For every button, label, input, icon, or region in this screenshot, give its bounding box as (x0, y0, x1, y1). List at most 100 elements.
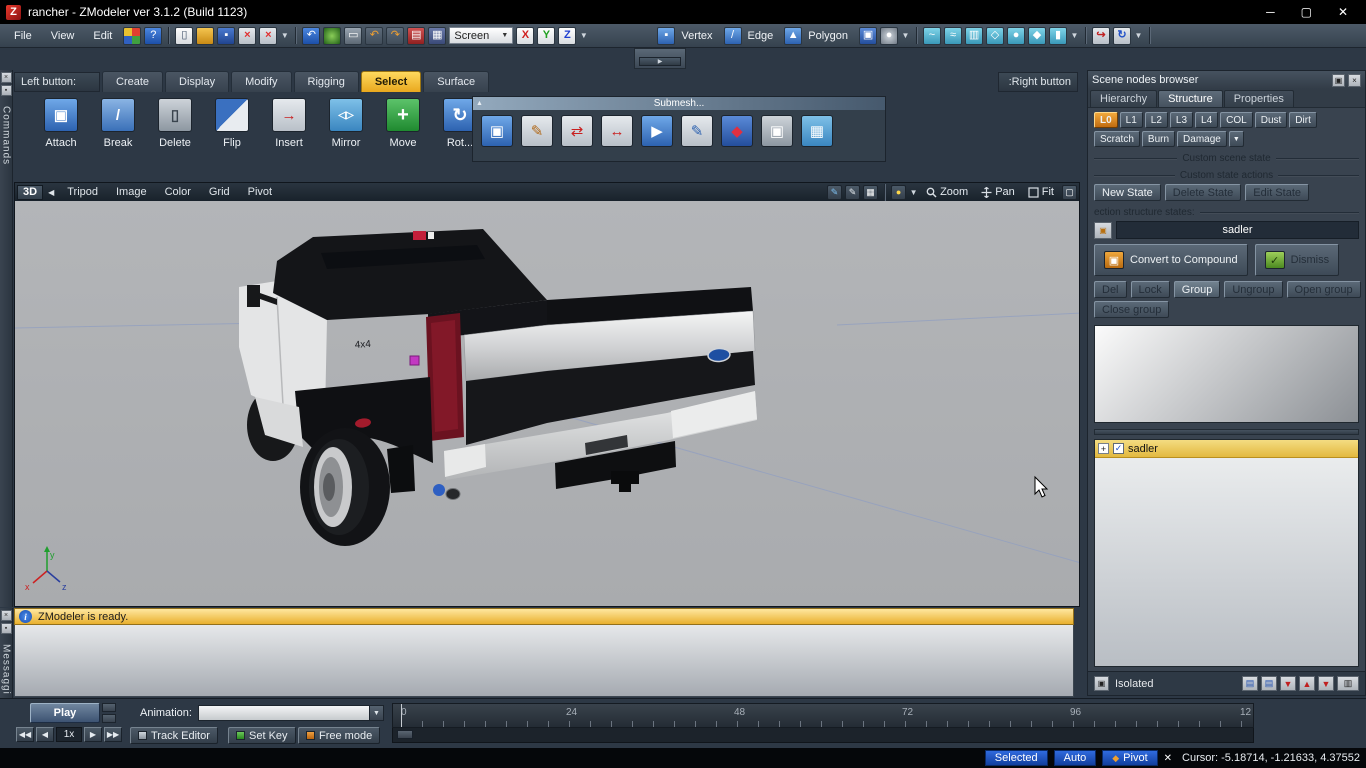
viewport-mode-button[interactable]: 3D (17, 185, 43, 200)
insert-tool-button[interactable]: → Insert (266, 98, 312, 149)
axis-y-button[interactable]: Y (537, 27, 555, 45)
delete-tool-button[interactable]: ▯ Delete (152, 98, 198, 149)
timeline-scroll-thumb[interactable] (397, 730, 413, 739)
move-tool-button[interactable]: + Move (380, 98, 426, 149)
animation-select[interactable]: ▼ (198, 705, 384, 721)
jump-arrow-icon[interactable]: ↪ (1092, 27, 1110, 45)
step-back-button[interactable]: ◀ (36, 727, 54, 742)
pin-strip-icon[interactable]: ▪ (1, 623, 12, 634)
display-icon[interactable]: ▭ (344, 27, 362, 45)
collapse-panel-icon[interactable]: ▲ (476, 100, 483, 107)
minimize-button[interactable]: ─ (1266, 5, 1275, 19)
screen-space-dropdown[interactable]: Screen ▼ (449, 27, 513, 44)
lod-l1-button[interactable]: L1 (1120, 112, 1143, 128)
timeline-ruler[interactable]: 0 24 48 72 96 12 (392, 703, 1254, 728)
zoom-tool-button[interactable]: Zoom (921, 186, 973, 198)
viewport-canvas[interactable]: 4x4 y x z (15, 201, 1079, 606)
ungroup-button[interactable]: Ungroup (1224, 281, 1282, 298)
close-strip-icon[interactable]: × (1, 72, 12, 83)
edge-mode-button[interactable]: Edge (748, 30, 774, 42)
message-log-area[interactable] (14, 625, 1074, 697)
checker-render-icon[interactable]: ▦ (863, 185, 878, 200)
submesh-panel-header[interactable]: ▲ Submesh... (473, 97, 885, 110)
wave-tool-icon[interactable]: ~ (923, 27, 941, 45)
pivot-mode-badge[interactable]: ◆ Pivot (1102, 750, 1157, 766)
axis-x-button[interactable]: X (516, 27, 534, 45)
submesh-delete-icon[interactable]: ◆ (721, 115, 753, 147)
burn-button[interactable]: Burn (1142, 131, 1175, 147)
pin-strip-icon[interactable]: ▪ (1, 85, 12, 96)
redo-icon[interactable]: ↷ (386, 27, 404, 45)
save-icon[interactable]: ▪ (217, 27, 235, 45)
commands-strip-label[interactable]: Commands (1, 106, 12, 165)
state-list-icon[interactable]: ▥ (1337, 676, 1359, 691)
lod-l4-button[interactable]: L4 (1195, 112, 1218, 128)
timeline-scrollbar[interactable] (392, 728, 1254, 743)
scratch-button[interactable]: Scratch (1094, 131, 1140, 147)
flip-tool-button[interactable]: Flip (209, 98, 255, 149)
mirror-tool-button[interactable]: ◁▷ Mirror (323, 98, 369, 149)
import-state-icon[interactable]: ▼ (1280, 676, 1296, 691)
submesh-edit-icon[interactable]: ✎ (681, 115, 713, 147)
edge-mode-icon[interactable]: / (724, 27, 742, 45)
expand-toolbar-button[interactable]: ▶ (639, 57, 681, 66)
save-scene-icon[interactable]: ▤ (1242, 676, 1258, 691)
close-strip-icon[interactable]: × (1, 610, 12, 621)
viewport-menu-pivot[interactable]: Pivot (240, 186, 280, 198)
undo-icon[interactable]: ↶ (365, 27, 383, 45)
damage-dropdown-arrow[interactable]: ▼ (1229, 131, 1244, 147)
selected-node-name[interactable]: sadler (1116, 221, 1359, 239)
smooth-tool-icon[interactable]: ≈ (944, 27, 962, 45)
web-icon[interactable] (323, 27, 341, 45)
lod-l3-button[interactable]: L3 (1170, 112, 1193, 128)
submesh-swap-icon[interactable]: ⇄ (561, 115, 593, 147)
truck-model[interactable]: 4x4 (239, 229, 757, 546)
lighting-bulb-icon[interactable]: ● (891, 185, 906, 200)
view-dropdown-arrow[interactable]: ▼ (1134, 31, 1143, 40)
delete-icon[interactable]: × (238, 27, 256, 45)
palette-icon[interactable] (123, 27, 141, 45)
tab-display[interactable]: Display (165, 71, 229, 92)
maximize-button[interactable]: ▢ (1301, 5, 1312, 19)
auto-mode-badge[interactable]: Auto (1054, 750, 1097, 766)
close-button[interactable]: ✕ (1338, 5, 1348, 19)
open-folder-icon[interactable] (196, 27, 214, 45)
pin-panel-icon[interactable]: ▣ (1332, 74, 1345, 87)
open-group-button[interactable]: Open group (1287, 281, 1361, 298)
viewport-menu-grid[interactable]: Grid (201, 186, 238, 198)
edit-state-button[interactable]: Edit State (1245, 184, 1309, 201)
lock-button[interactable]: Lock (1131, 281, 1170, 298)
free-mode-button[interactable]: Free mode (298, 727, 380, 744)
lod-dust-button[interactable]: Dust (1255, 112, 1288, 128)
vertex-mode-button[interactable]: Vertex (681, 30, 712, 42)
sphere-tool-icon[interactable]: ● (1007, 27, 1025, 45)
submesh-detach-icon[interactable]: ↔ (601, 115, 633, 147)
column-tool-icon[interactable]: ▥ (965, 27, 983, 45)
node-type-icon[interactable]: ▣ (1094, 222, 1112, 239)
close-group-button[interactable]: Close group (1094, 301, 1169, 318)
save-selected-icon[interactable]: ▤ (1261, 676, 1277, 691)
submesh-uv-icon[interactable]: ▦ (801, 115, 833, 147)
polygon-mode-button[interactable]: Polygon (808, 30, 848, 42)
play-option-top-button[interactable] (102, 703, 116, 712)
lod-l0-button[interactable]: L0 (1094, 112, 1118, 128)
tab-structure[interactable]: Structure (1158, 90, 1223, 107)
pan-tool-button[interactable]: Pan (976, 186, 1020, 198)
sphere-mode-icon[interactable]: ● (880, 27, 898, 45)
chevron-down-icon[interactable]: ▼ (369, 706, 383, 720)
group-button[interactable]: Group (1174, 281, 1221, 298)
scene-browser-header[interactable]: Scene nodes browser ▣ × (1088, 71, 1365, 89)
new-state-button[interactable]: New State (1094, 184, 1161, 201)
lod-dirt-button[interactable]: Dirt (1289, 112, 1317, 128)
draw-mode-icon[interactable]: ✎ (827, 185, 842, 200)
set-key-button[interactable]: Set Key (228, 727, 296, 744)
mode-dropdown-arrow[interactable]: ▼ (901, 31, 910, 40)
panel-splitter[interactable] (1094, 429, 1359, 435)
torus-tool-icon[interactable]: ◆ (1028, 27, 1046, 45)
break-tool-button[interactable]: / Break (95, 98, 141, 149)
rotate-view-icon[interactable]: ↻ (1113, 27, 1131, 45)
tab-surface[interactable]: Surface (423, 71, 489, 92)
viewport-collapse-icon[interactable]: ◀ (45, 188, 57, 197)
visibility-checkbox[interactable]: ✓ (1113, 443, 1124, 454)
lod-col-button[interactable]: COL (1220, 112, 1253, 128)
